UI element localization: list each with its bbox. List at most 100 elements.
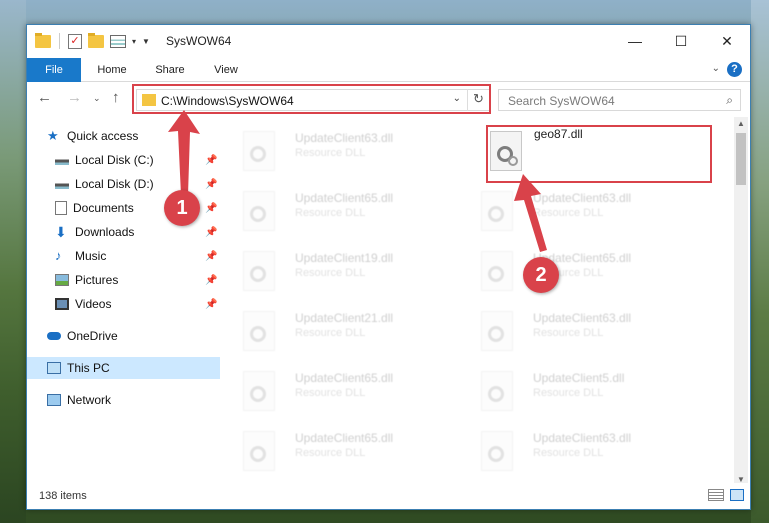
ribbon-tabs: File Home Share View ⌄ ? [27, 58, 750, 82]
file-item[interactable]: UpdateClient63.dll Resource DLL [461, 305, 681, 357]
cloud-icon [47, 332, 61, 340]
sidebar-item-pictures[interactable]: Pictures 📌 [55, 269, 220, 291]
pin-icon[interactable]: 📌 [205, 179, 217, 190]
navigation-pane: ★ Quick access Local Disk (C:) 📌 Local D… [27, 120, 220, 480]
forward-arrow-icon[interactable]: → [67, 89, 82, 106]
dll-file-icon [243, 131, 275, 171]
navigation-bar: ← → ⌄ ↑ C:\Windows\SysWOW64 ⌄ ↻ Search S… [27, 83, 750, 115]
properties-check-icon[interactable]: ✓ [68, 33, 82, 49]
dll-file-icon [481, 431, 513, 471]
file-name: UpdateClient21.dll [295, 311, 394, 325]
gear-icon [250, 446, 266, 462]
sidebar-item-label: Local Disk (C:) [75, 153, 154, 167]
file-item[interactable]: UpdateClient5.dll Resource DLL [461, 365, 681, 417]
pin-icon[interactable]: 📌 [205, 155, 217, 166]
gear-icon [250, 326, 266, 342]
sidebar-item-this-pc[interactable]: This PC [27, 357, 220, 379]
pin-icon[interactable]: 📌 [205, 203, 217, 214]
tab-share[interactable]: Share [145, 58, 195, 82]
gear-icon [250, 146, 266, 162]
sidebar-item-label: This PC [67, 361, 110, 375]
toolbar-divider [59, 33, 60, 49]
new-folder-icon[interactable] [88, 32, 104, 48]
vertical-scrollbar[interactable]: ▲ ▼ [734, 117, 748, 487]
up-arrow-icon[interactable]: ↑ [112, 89, 120, 106]
computer-icon [47, 362, 61, 374]
pin-icon[interactable]: 📌 [205, 275, 217, 286]
help-icon[interactable]: ? [727, 62, 742, 77]
item-count: 138 items [39, 490, 87, 502]
file-list: geo87.dll UpdateClient63.dll Resource DL… [223, 117, 733, 487]
file-item[interactable]: UpdateClient19.dll Resource DLL [223, 245, 443, 297]
title-bar: ✓ ▾ ▼ SysWOW64 — ☐ ✕ [27, 25, 750, 58]
file-type: Resource DLL [533, 447, 604, 459]
search-input[interactable]: Search SysWOW64 [508, 94, 615, 108]
file-item[interactable]: UpdateClient21.dll Resource DLL [223, 305, 443, 357]
sidebar-item-music[interactable]: ♪ Music 📌 [55, 245, 220, 267]
file-name: UpdateClient63.dll [533, 191, 632, 205]
file-type: Resource DLL [295, 447, 366, 459]
sidebar-item-label: OneDrive [67, 329, 118, 343]
close-button[interactable]: ✕ [704, 25, 750, 57]
tab-home[interactable]: Home [87, 58, 137, 82]
sidebar-item-onedrive[interactable]: OneDrive [47, 325, 217, 347]
file-name: UpdateClient65.dll [295, 431, 394, 445]
search-icon[interactable]: ⌕ [726, 93, 733, 108]
file-item[interactable]: UpdateClient65.dll Resource DLL [223, 365, 443, 417]
sidebar-item-label: Downloads [75, 225, 135, 239]
sidebar-item-label: Videos [75, 297, 112, 311]
file-name: UpdateClient65.dll [295, 371, 394, 385]
details-view-icon[interactable] [708, 489, 724, 501]
folder-icon [35, 32, 51, 48]
file-explorer-window: ✓ ▾ ▼ SysWOW64 — ☐ ✕ File Home Share Vie… [26, 24, 751, 510]
file-item[interactable]: UpdateClient65.dll Resource DLL [461, 245, 681, 297]
dll-file-icon [243, 311, 275, 351]
maximize-button[interactable]: ☐ [658, 25, 704, 57]
file-type: Resource DLL [295, 387, 366, 399]
pin-icon[interactable]: 📌 [205, 227, 217, 238]
recent-locations-chevron-icon[interactable]: ⌄ [93, 93, 101, 104]
file-item[interactable]: UpdateClient65.dll Resource DLL [223, 425, 443, 477]
file-name: UpdateClient19.dll [295, 251, 394, 265]
search-box[interactable]: Search SysWOW64 ⌕ [498, 89, 741, 111]
dll-file-icon [481, 251, 513, 291]
file-item[interactable]: UpdateClient63.dll Resource DLL [461, 185, 681, 237]
properties-icon[interactable] [110, 34, 126, 48]
expand-ribbon-chevron-icon[interactable]: ⌄ [712, 63, 720, 74]
gear-icon [488, 326, 504, 342]
sidebar-item-label: Network [67, 393, 112, 407]
sidebar-item-videos[interactable]: Videos 📌 [55, 293, 220, 315]
sidebar-item-downloads[interactable]: ⬇ Downloads 📌 [55, 221, 220, 243]
file-item[interactable]: UpdateClient63.dll Resource DLL [461, 425, 681, 477]
dll-file-icon [243, 191, 275, 231]
tab-file[interactable]: File [27, 58, 81, 82]
customize-toolbar-down-icon[interactable]: ▼ [142, 37, 150, 46]
step-1-callout: 1 [164, 190, 200, 226]
scroll-thumb[interactable] [736, 133, 746, 185]
file-item[interactable]: UpdateClient65.dll Resource DLL [223, 185, 443, 237]
sidebar-item-quick-access[interactable]: ★ Quick access [47, 125, 217, 147]
large-icons-view-icon[interactable] [730, 489, 744, 501]
tab-view[interactable]: View [203, 58, 249, 82]
network-icon [47, 394, 61, 406]
pin-icon[interactable]: 📌 [205, 299, 217, 310]
sidebar-item-local-disk-d[interactable]: Local Disk (D:) 📌 [55, 173, 220, 195]
scroll-up-arrow-icon[interactable]: ▲ [734, 117, 748, 131]
pin-icon[interactable]: 📌 [205, 251, 217, 262]
sidebar-item-label: Documents [73, 201, 134, 215]
drive-icon [55, 179, 69, 189]
minimize-button[interactable]: — [612, 25, 658, 57]
sidebar-item-label: Local Disk (D:) [75, 177, 154, 191]
back-arrow-icon[interactable]: ← [37, 89, 52, 106]
dll-file-icon [243, 371, 275, 411]
file-type: Resource DLL [533, 387, 604, 399]
sidebar-item-label: Pictures [75, 273, 119, 287]
address-highlight-box [132, 84, 491, 114]
sidebar-item-local-disk-c[interactable]: Local Disk (C:) 📌 [55, 149, 220, 171]
download-icon: ⬇ [55, 224, 67, 240]
file-name: UpdateClient63.dll [533, 311, 632, 325]
sidebar-item-network[interactable]: Network [47, 389, 217, 411]
file-item[interactable]: UpdateClient63.dll Resource DLL [223, 125, 443, 177]
customize-toolbar-chevron-icon[interactable]: ▾ [132, 37, 136, 46]
file-type: Resource DLL [295, 147, 366, 159]
